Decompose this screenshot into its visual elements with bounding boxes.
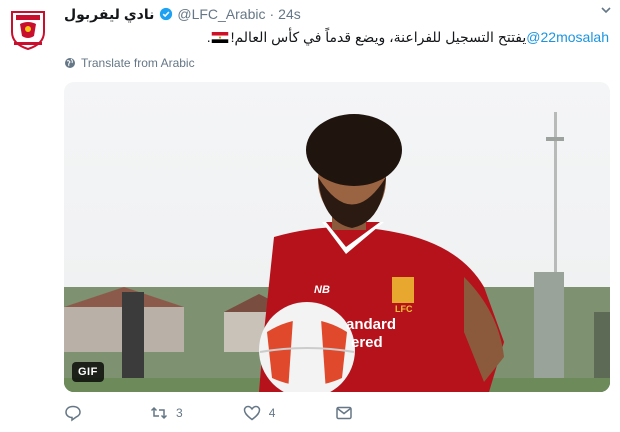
timestamp[interactable]: 24s xyxy=(278,6,301,22)
tweet-text: @22mosalah يفتتح التسجيل للفراعنة، ويضع … xyxy=(64,27,609,47)
like-button[interactable]: 4 xyxy=(243,404,276,422)
tweet-header: نادي ليفربول @LFC_Arabic · 24s xyxy=(64,5,610,23)
shirt-crest-text: LFC xyxy=(395,304,413,314)
avatar[interactable] xyxy=(8,6,48,51)
mention-link[interactable]: @22mosalah xyxy=(526,29,609,45)
gif-badge: GIF xyxy=(72,362,104,382)
user-handle[interactable]: @LFC_Arabic xyxy=(177,6,265,22)
shirt-sponsor-text-2: ered xyxy=(351,334,383,351)
retweet-button[interactable]: 3 xyxy=(150,404,183,422)
message-icon xyxy=(336,406,353,420)
verified-icon xyxy=(160,7,173,21)
shirt-brand-text: NB xyxy=(314,284,330,296)
tweet-trailing-period: . xyxy=(206,29,211,45)
retweet-count: 3 xyxy=(176,406,183,420)
chevron-down-icon[interactable] xyxy=(600,4,612,16)
translate-label: Translate from Arabic xyxy=(81,56,195,70)
gif-media[interactable]: NB LFC andard ered GIF xyxy=(64,82,610,392)
retweet-icon xyxy=(150,406,168,420)
gif-frame-illustration xyxy=(64,112,610,392)
reply-icon xyxy=(65,405,81,422)
like-icon xyxy=(243,405,260,421)
tweet-body: يفتتح التسجيل للفراعنة، ويضع قدماً في كأ… xyxy=(230,28,527,45)
lfc-crest-icon xyxy=(11,11,45,51)
shirt-sponsor-text-1: andard xyxy=(346,316,397,333)
globe-icon xyxy=(65,58,75,68)
translate-link[interactable]: Translate from Arabic xyxy=(64,56,195,70)
tweet-actions: 3 4 xyxy=(64,404,413,422)
direct-message-button[interactable] xyxy=(335,404,353,422)
display-name[interactable]: نادي ليفربول xyxy=(64,6,154,23)
reply-button[interactable] xyxy=(64,404,90,422)
egypt-flag-icon xyxy=(211,31,228,43)
separator-dot: · xyxy=(269,6,275,22)
like-count: 4 xyxy=(268,406,276,420)
